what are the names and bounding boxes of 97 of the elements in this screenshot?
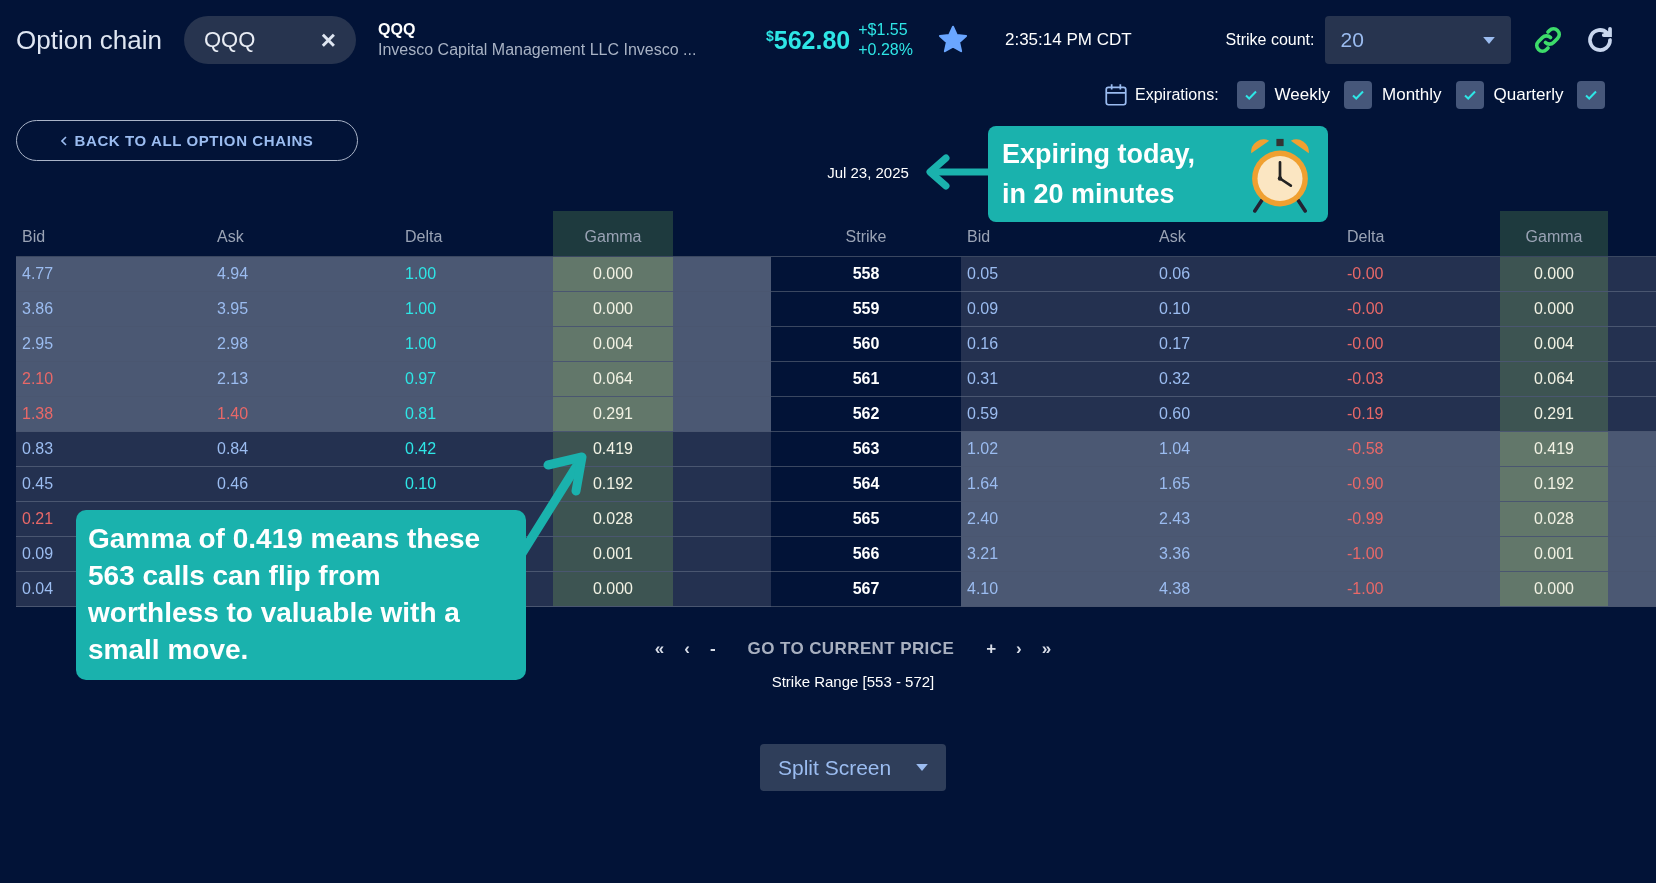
- table-cell: 0.31: [967, 370, 999, 388]
- table-cell: 0.000: [592, 300, 633, 318]
- table-cell: -0.00: [1347, 300, 1384, 318]
- column-header: Delta: [1346, 227, 1386, 247]
- table-cell: 0.59: [967, 405, 999, 423]
- table-cell: 2.95: [22, 335, 54, 353]
- table-cell: 3.36: [1159, 545, 1191, 563]
- table-cell: 1.02: [967, 440, 999, 458]
- table-cell: 0.000: [592, 580, 633, 598]
- expirations-label: Expirations:: [1135, 86, 1219, 104]
- table-cell: 0.028: [592, 510, 633, 528]
- table-cell: 2.10: [22, 370, 54, 388]
- table-cell: 0.10: [1159, 300, 1191, 318]
- price-change: +$1.55: [858, 20, 909, 40]
- table-cell: 2.40: [967, 510, 999, 528]
- table-cell: 1.40: [217, 405, 249, 423]
- column-header: Gamma: [1500, 211, 1608, 256]
- table-cell: 0.000: [1533, 580, 1574, 598]
- table-cell: 2.98: [217, 335, 249, 353]
- market-time: 2:35:14 PM CDT: [1004, 30, 1132, 50]
- strike-range: Strike Range [553 - 572]: [771, 673, 935, 690]
- column-header: Bid: [21, 227, 47, 247]
- table-cell: 0.60: [1159, 405, 1191, 423]
- table-cell: 0.419: [1533, 440, 1574, 458]
- table-cell: 0.192: [592, 475, 633, 493]
- annotation-text: Gamma of 0.419 means these 563 calls can flip from worthless to valuable with a small move.: [88, 522, 482, 667]
- table-cell: 0.028: [1533, 510, 1574, 528]
- table-cell: -0.00: [1347, 265, 1384, 283]
- table-cell: 0.064: [1533, 370, 1574, 388]
- table-cell: 4.94: [217, 265, 249, 283]
- table-cell: 4.10: [967, 580, 999, 598]
- table-cell: 0.32: [1159, 370, 1191, 388]
- table-cell: 0.06: [1159, 265, 1191, 283]
- table-cell: -0.00: [1347, 335, 1384, 353]
- expiration-date: Jul 23, 2025: [827, 163, 909, 183]
- table-cell: 2.43: [1159, 510, 1191, 528]
- table-cell: 0.05: [967, 265, 999, 283]
- table-cell: -1.00: [1347, 580, 1384, 598]
- table-cell: 0.09: [967, 300, 999, 318]
- table-cell: 2.13: [217, 370, 249, 388]
- table-cell: 3.86: [22, 300, 54, 318]
- table-cell: -0.58: [1347, 440, 1384, 458]
- table-cell: 0.17: [1159, 335, 1191, 353]
- table-cell: 0.291: [592, 405, 633, 423]
- table-cell: -0.90: [1347, 475, 1384, 493]
- table-cell: 0.291: [1533, 405, 1574, 423]
- page-title: Option chain: [16, 24, 162, 56]
- table-cell: 1.00: [405, 265, 437, 283]
- table-cell: -0.03: [1347, 370, 1384, 388]
- currency-sign: $: [766, 27, 774, 44]
- column-header: Bid: [966, 227, 992, 247]
- table-cell: 0.16: [967, 335, 999, 353]
- table-cell: 3.21: [967, 545, 999, 563]
- table-cell: 0.46: [217, 475, 249, 493]
- table-cell: 1.38: [22, 405, 54, 423]
- table-cell: 0.064: [592, 370, 633, 388]
- column-header: Ask: [216, 227, 245, 247]
- table-cell: 0.001: [1533, 545, 1574, 563]
- table-cell: 0.97: [405, 370, 437, 388]
- table-cell: 0.84: [217, 440, 249, 458]
- annotation-text: Expiring today, in 20 minutes: [1002, 138, 1197, 211]
- ticker-symbol: QQQ: [378, 20, 417, 40]
- table-cell: -0.19: [1347, 405, 1384, 423]
- column-header: Delta: [404, 227, 444, 247]
- table-cell: 0.001: [592, 545, 633, 563]
- table-cell: 4.38: [1159, 580, 1191, 598]
- strike-count-label: Strike count:: [1225, 31, 1315, 49]
- company-name: Invesco Capital Management LLC Invesco ...: [378, 40, 698, 60]
- table-cell: 0.000: [592, 265, 633, 283]
- table-cell: 0.45: [22, 475, 54, 493]
- table-cell: 0.09: [22, 545, 54, 563]
- table-cell: 4.77: [22, 265, 54, 283]
- table-cell: 0.81: [405, 405, 437, 423]
- table-cell: -0.99: [1347, 510, 1384, 528]
- table-cell: 0.000: [1533, 300, 1574, 318]
- table-cell: -1.00: [1347, 545, 1384, 563]
- table-cell: 0.192: [1533, 475, 1574, 493]
- column-header: Strike: [844, 227, 888, 247]
- table-cell: 0.10: [405, 475, 437, 493]
- table-cell: 0.42: [405, 440, 437, 458]
- table-cell: 0.000: [1533, 265, 1574, 283]
- table-cell: 0.004: [1533, 335, 1574, 353]
- last-price: 562.80: [773, 25, 851, 55]
- column-header: Ask: [1158, 227, 1187, 247]
- table-cell: 1.64: [967, 475, 999, 493]
- table-cell: 1.04: [1159, 440, 1191, 458]
- table-cell: 0.419: [592, 440, 633, 458]
- table-cell: 0.004: [592, 335, 633, 353]
- table-cell: 1.00: [405, 335, 437, 353]
- table-cell: 0.83: [22, 440, 54, 458]
- percent-change: +0.28%: [858, 40, 913, 60]
- table-cell: 0.04: [22, 580, 54, 598]
- table-cell: 3.95: [217, 300, 249, 318]
- table-cell: 1.00: [405, 300, 437, 318]
- column-header: Gamma: [553, 211, 673, 256]
- table-cell: 0.21: [22, 510, 54, 528]
- table-cell: 1.65: [1159, 475, 1191, 493]
